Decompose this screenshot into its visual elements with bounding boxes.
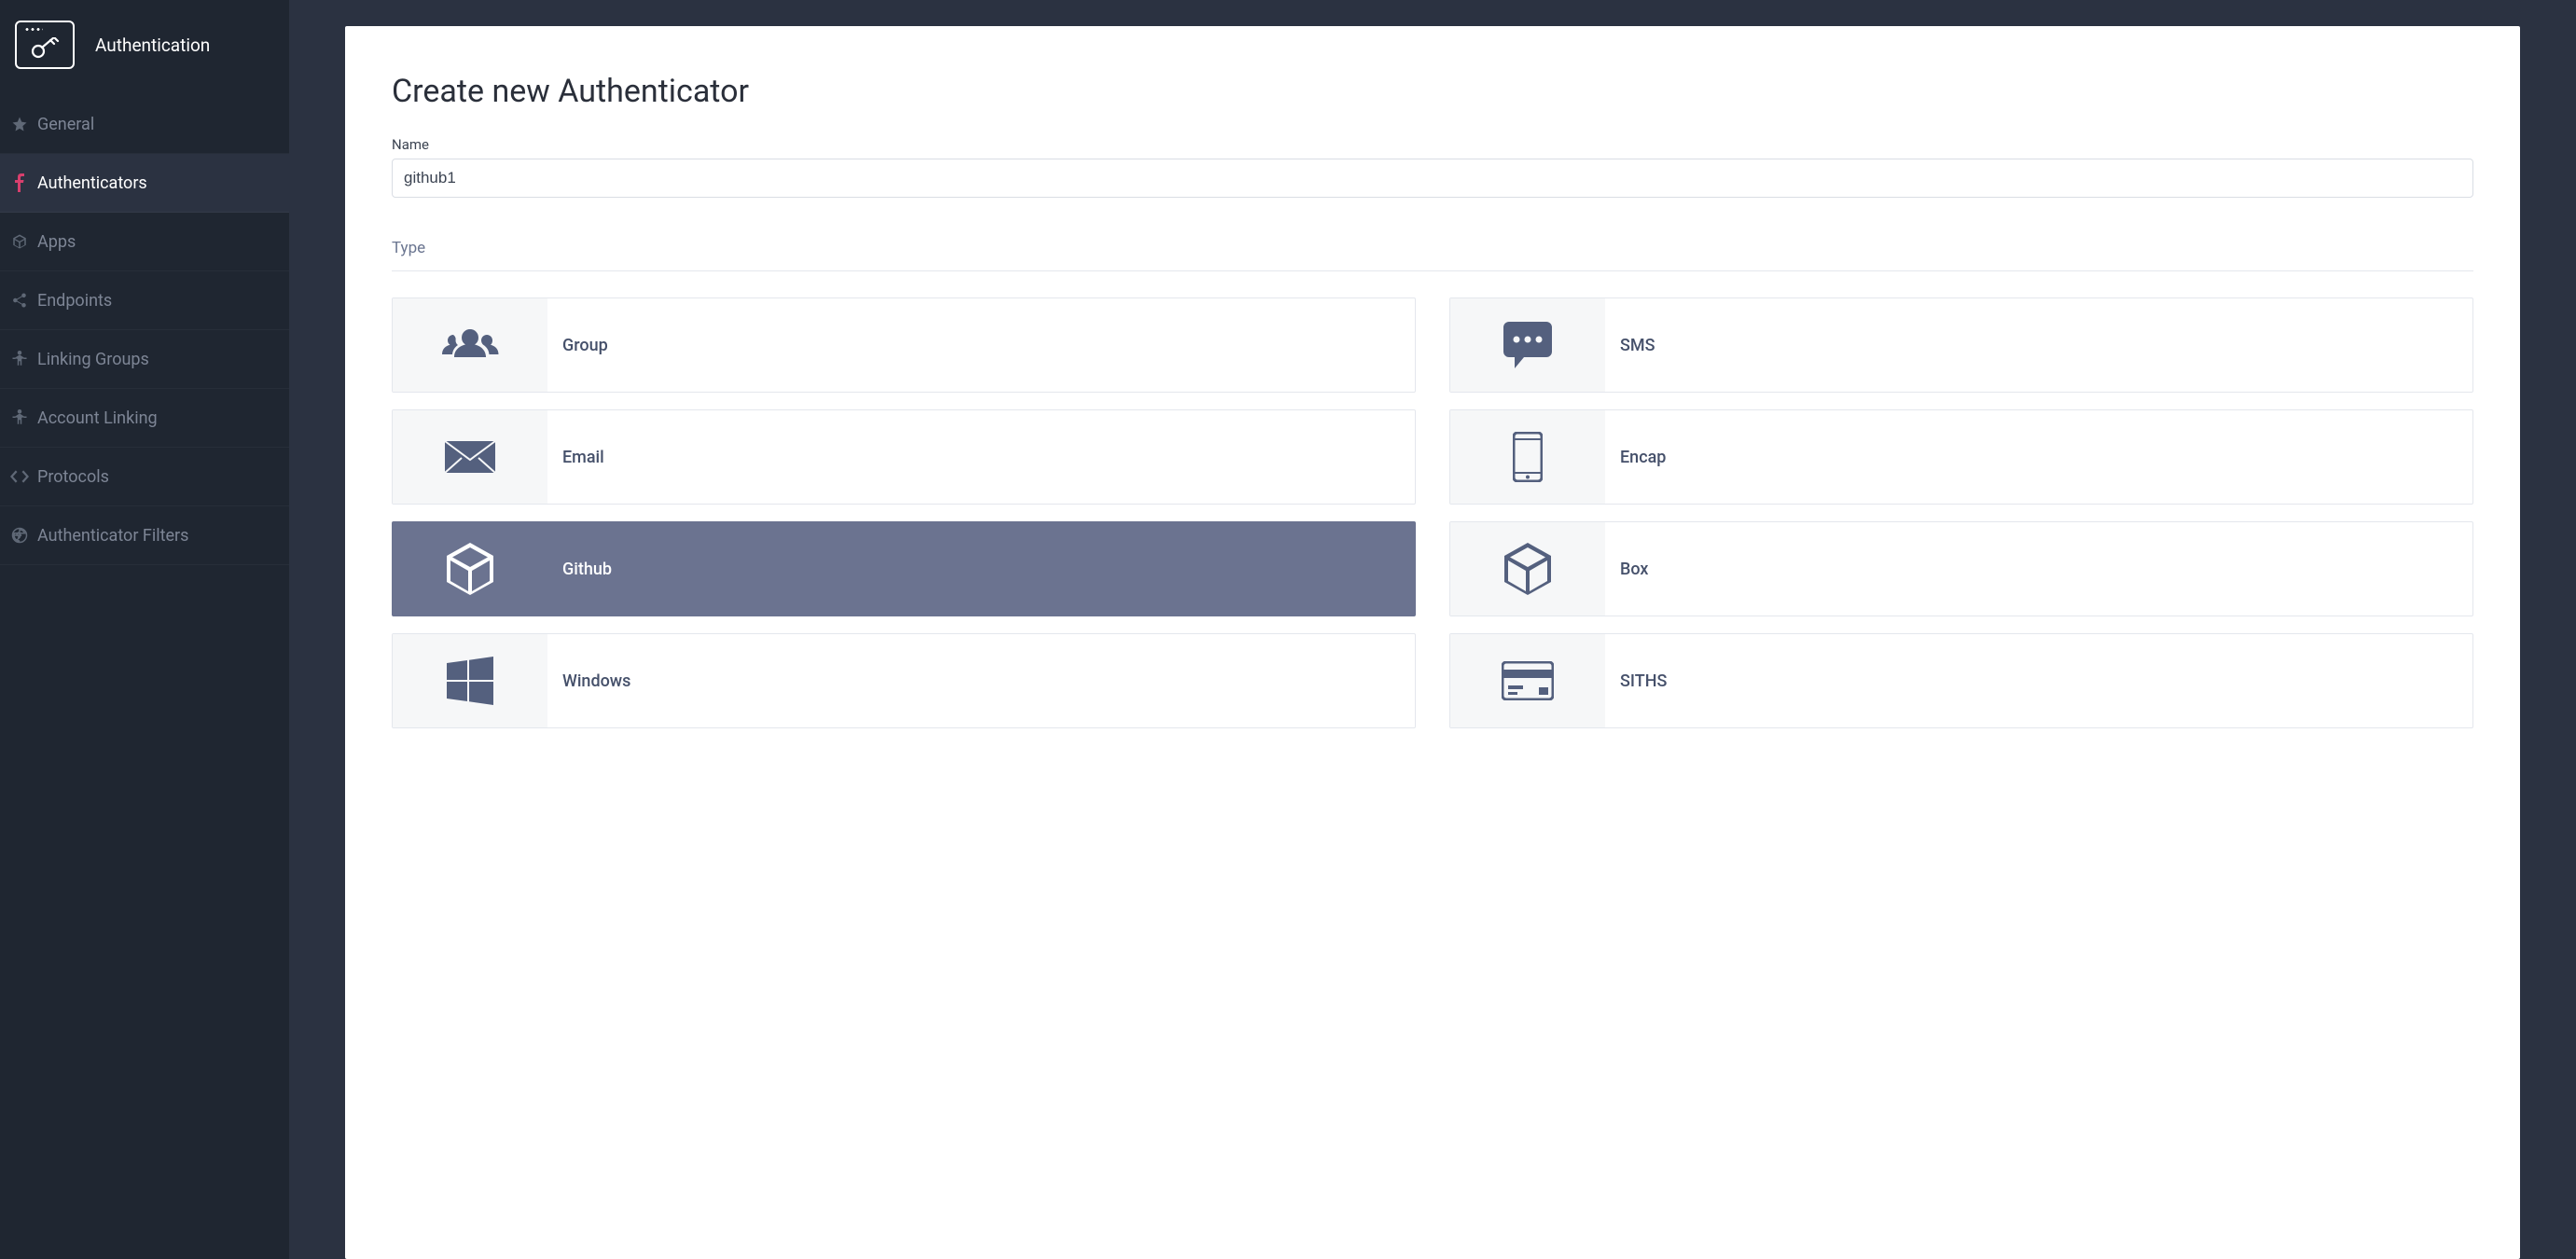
star-icon [9, 114, 30, 134]
type-card-label: Github [547, 522, 612, 616]
type-card-label: Windows [547, 634, 630, 727]
cube3d-icon [393, 522, 547, 616]
sidebar-item-label: Linking Groups [37, 350, 149, 369]
sidebar-title: Authentication [95, 35, 210, 56]
card-icon [1450, 634, 1605, 727]
sidebar-item-label: Endpoints [37, 291, 112, 311]
share-icon [9, 290, 30, 311]
person-icon [9, 349, 30, 369]
type-card-label: SITHS [1605, 634, 1667, 727]
sidebar-item-apps[interactable]: Apps [0, 213, 289, 271]
sidebar-item-account-linking[interactable]: Account Linking [0, 389, 289, 448]
type-card-group[interactable]: Group [392, 297, 1416, 393]
type-card-label: Encap [1605, 410, 1666, 504]
sidebar-item-label: Apps [37, 232, 76, 252]
sidebar-item-general[interactable]: General [0, 95, 289, 154]
type-card-windows[interactable]: Windows [392, 633, 1416, 728]
type-card-sms[interactable]: SMS [1449, 297, 2473, 393]
page-title: Create new Authenticator [392, 73, 2473, 110]
type-card-siths[interactable]: SITHS [1449, 633, 2473, 728]
sidebar-item-label: Account Linking [37, 408, 158, 428]
sidebar: Authentication General Authenticators Ap… [0, 0, 289, 1259]
sidebar-item-label: Protocols [37, 467, 109, 487]
phone-icon [1450, 410, 1605, 504]
code-icon [9, 466, 30, 487]
type-card-encap[interactable]: Encap [1449, 409, 2473, 505]
sidebar-item-endpoints[interactable]: Endpoints [0, 271, 289, 330]
type-section-label: Type [392, 239, 2473, 271]
sidebar-item-label: General [37, 115, 94, 134]
name-label: Name [392, 136, 2473, 153]
sidebar-item-protocols[interactable]: Protocols [0, 448, 289, 506]
type-card-label: Email [547, 410, 604, 504]
cube3d-icon [1450, 522, 1605, 616]
person-icon [9, 408, 30, 428]
windows-icon [393, 634, 547, 727]
cube-icon [9, 231, 30, 252]
email-icon [393, 410, 547, 504]
main-area: Create new Authenticator Name Type Group… [289, 0, 2576, 1259]
type-grid: Group SMS Email Encap [392, 297, 2473, 728]
sidebar-item-label: Authenticator Filters [37, 526, 188, 546]
auth-window-icon [15, 21, 75, 69]
sms-icon [1450, 298, 1605, 392]
type-card-label: SMS [1605, 298, 1655, 392]
type-card-label: Box [1605, 522, 1648, 616]
content-card: Create new Authenticator Name Type Group… [345, 26, 2520, 1259]
sidebar-item-label: Authenticators [37, 173, 147, 193]
sidebar-item-linking-groups[interactable]: Linking Groups [0, 330, 289, 389]
key-icon [30, 37, 62, 60]
f-icon [9, 173, 30, 193]
name-input[interactable] [392, 159, 2473, 198]
type-card-box[interactable]: Box [1449, 521, 2473, 616]
sidebar-item-authenticator-filters[interactable]: Authenticator Filters [0, 506, 289, 565]
type-card-label: Group [547, 298, 608, 392]
sidebar-item-authenticators[interactable]: Authenticators [0, 154, 289, 213]
sidebar-header: Authentication [0, 0, 289, 95]
group-icon [393, 298, 547, 392]
type-card-github[interactable]: Github [392, 521, 1416, 616]
enter-icon [9, 525, 30, 546]
type-card-email[interactable]: Email [392, 409, 1416, 505]
